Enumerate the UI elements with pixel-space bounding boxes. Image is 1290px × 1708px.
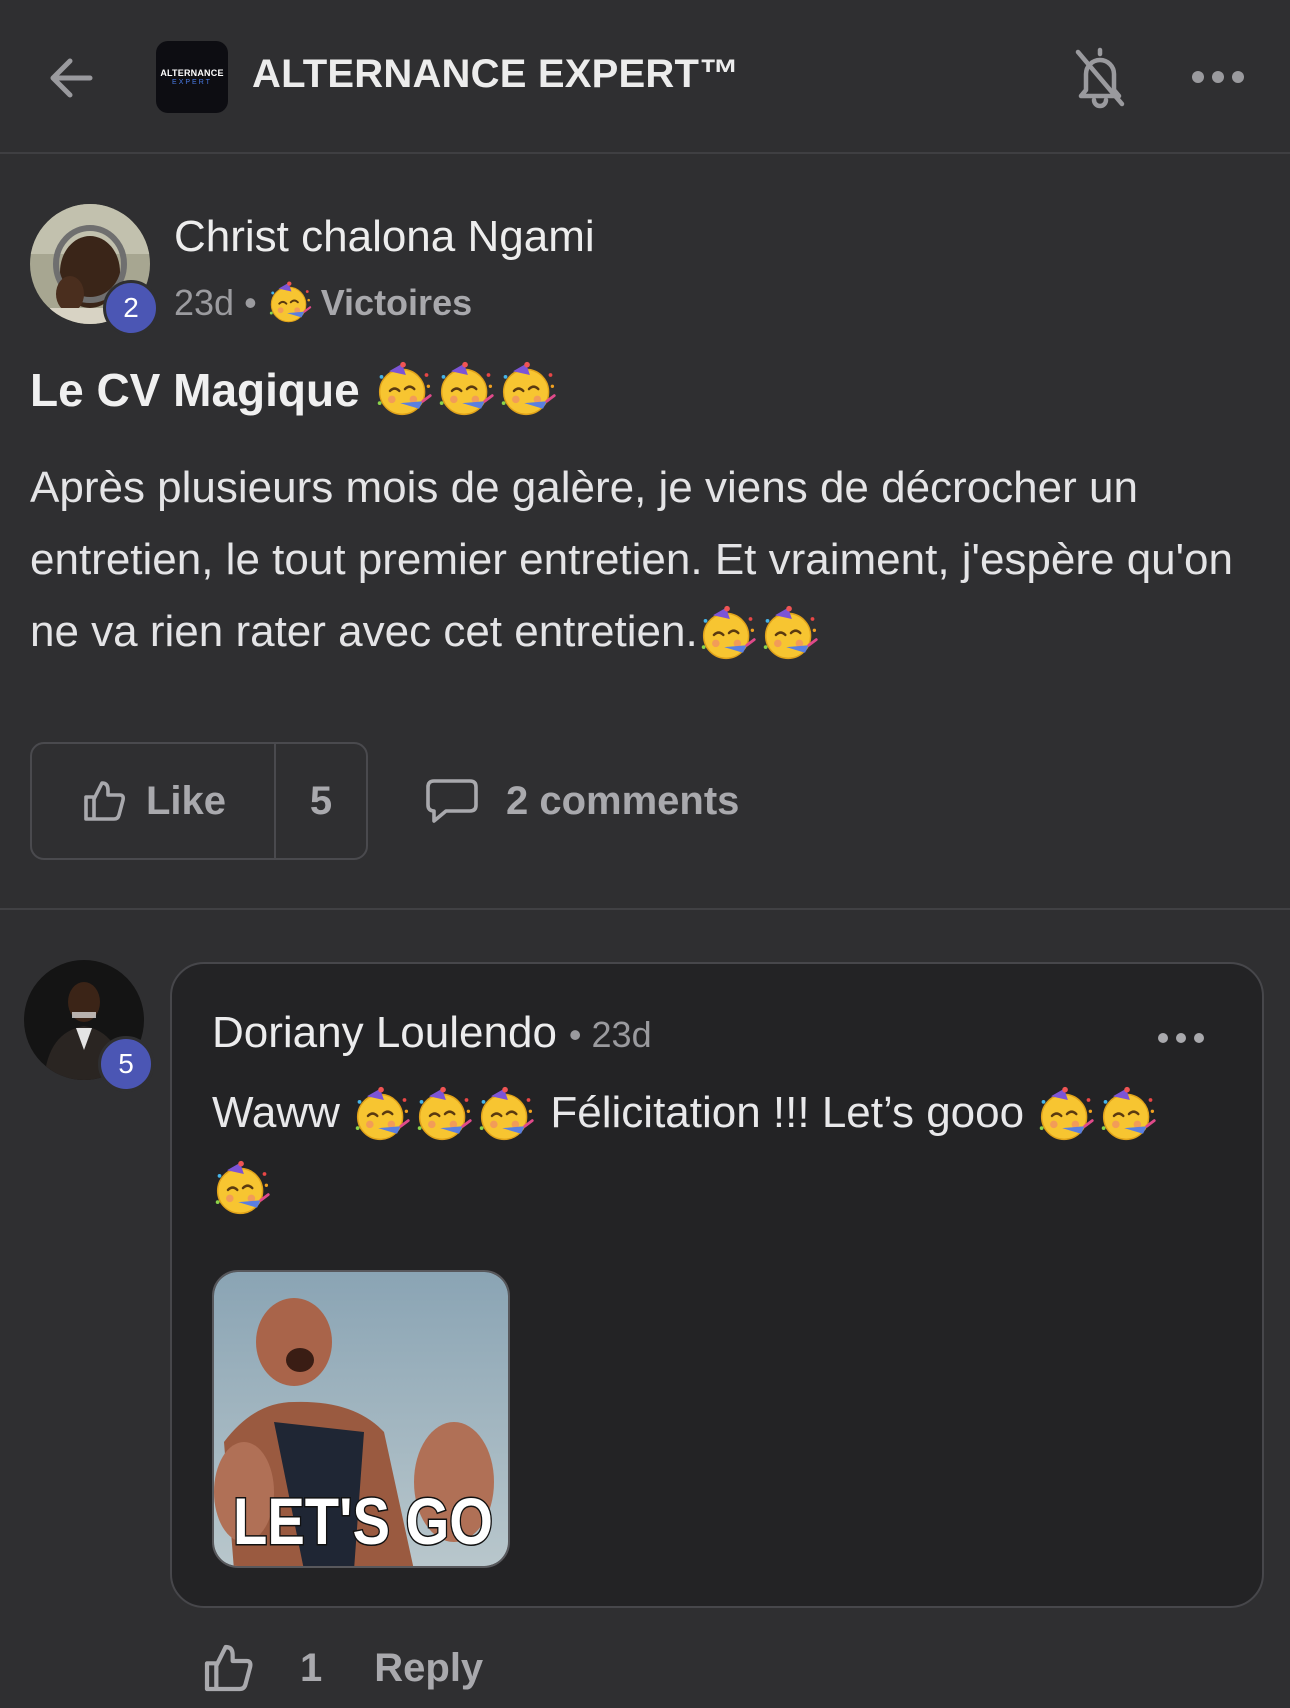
author-level-badge: 2 (103, 280, 159, 336)
post-category[interactable]: Victoires (321, 282, 472, 324)
comment-like-count: 1 (300, 1645, 323, 1690)
partying-face-icon (352, 1085, 412, 1145)
comments-button[interactable]: 2 comments (424, 770, 739, 832)
partying-face-icon (476, 1085, 536, 1145)
partying-face-icon (698, 604, 758, 664)
comment-actions: 1 Reply (200, 1640, 483, 1696)
top-bar: ALTERNANCE EXPERT ALTERNANCE EXPERT™ (0, 0, 1290, 154)
reply-button[interactable]: Reply (374, 1646, 483, 1691)
partying-face-icon (498, 360, 558, 420)
thumbs-up-icon (84, 781, 125, 821)
title-emojis (374, 360, 560, 420)
group-logo-text: ALTERNANCE (160, 68, 224, 78)
notifications-button[interactable] (1072, 44, 1128, 110)
comment-text-part1: Waww (212, 1088, 340, 1137)
meta-separator: • (244, 282, 257, 323)
post-body: Après plusieurs mois de galère, je viens… (30, 452, 1260, 668)
post-title-row: Le CV Magique (30, 360, 560, 420)
comment-bubble-icon (426, 779, 478, 823)
post-title: Le CV Magique (30, 364, 360, 416)
back-button[interactable] (42, 48, 102, 108)
more-horizontal-icon (1192, 71, 1244, 83)
group-logo-subtext: EXPERT (172, 79, 212, 86)
partying-face-icon (267, 280, 313, 326)
gif-attachment[interactable]: LET'S GO (212, 1270, 510, 1568)
arrow-left-icon (50, 58, 93, 98)
bell-off-icon (1075, 47, 1125, 109)
partying-face-icon (760, 604, 820, 664)
like-label: Like (145, 778, 227, 823)
comment-more-button[interactable] (1156, 1026, 1206, 1050)
comment-text: Waww Félicitation !!! Let’s gooo (212, 1076, 1232, 1224)
comments-label: 2 comments (506, 778, 740, 823)
commenter-level-badge: 5 (98, 1036, 154, 1092)
partying-face-icon (212, 1159, 272, 1219)
post-meta: 23d • Victoires (174, 280, 472, 326)
partying-face-icon (374, 360, 434, 420)
more-options-button[interactable] (1190, 60, 1246, 94)
partying-face-icon (1036, 1085, 1096, 1145)
divider (0, 908, 1290, 910)
group-logo[interactable]: ALTERNANCE EXPERT (156, 41, 228, 113)
like-group: Like 5 (30, 742, 368, 860)
partying-face-icon (436, 360, 496, 420)
partying-face-icon (414, 1085, 474, 1145)
group-name[interactable]: ALTERNANCE EXPERT™ (252, 52, 739, 97)
comment-header: Doriany Loulendo • 23d (212, 1008, 652, 1058)
post-body-text: Après plusieurs mois de galère, je viens… (30, 463, 1233, 656)
thumbs-up-icon[interactable] (200, 1640, 256, 1696)
comment-time: • 23d (568, 1014, 652, 1055)
partying-face-icon (1098, 1085, 1158, 1145)
like-count[interactable]: 5 (276, 744, 366, 858)
comment-text-part2: Félicitation !!! Let’s gooo (550, 1088, 1025, 1137)
gif-caption: LET'S GO (233, 1484, 493, 1558)
more-horizontal-icon (1158, 1033, 1204, 1043)
comment-card: Doriany Loulendo • 23d Waww Félicitation… (170, 962, 1264, 1608)
post-author-name[interactable]: Christ chalona Ngami (174, 212, 595, 262)
post-time: 23d (174, 282, 235, 323)
like-button[interactable]: Like (32, 744, 276, 858)
comment-author-name[interactable]: Doriany Loulendo (212, 1008, 557, 1058)
